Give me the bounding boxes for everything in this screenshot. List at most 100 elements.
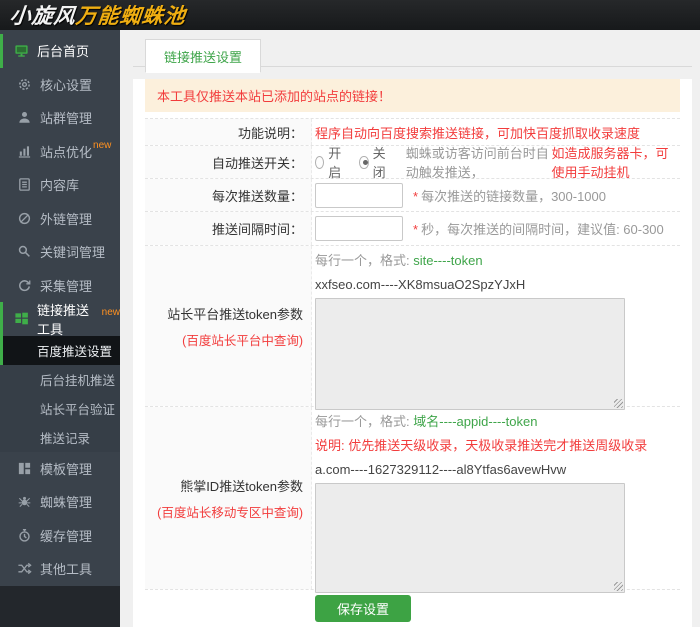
refresh-icon xyxy=(17,278,32,293)
sidebar-item-label: 缓存管理 xyxy=(40,528,93,544)
token-format-code: site----token xyxy=(413,253,483,268)
search-icon xyxy=(17,244,32,259)
sidebar-item-label: 内容库 xyxy=(40,178,80,194)
sidebar-item-content-library[interactable]: 内容库 xyxy=(0,168,120,202)
radio-on-label[interactable]: 开启 xyxy=(328,143,345,181)
token-format-prefix: 每行一个，格式: xyxy=(315,253,414,268)
radio-off-label[interactable]: 关闭 xyxy=(373,143,390,181)
sidebar-item-label: 后台首页 xyxy=(37,44,90,60)
field-label: 每次推送数量： xyxy=(145,179,312,211)
sidebar-item-spiders[interactable]: 蜘蛛管理 xyxy=(0,485,120,519)
sidebar-item-core-settings[interactable]: 核心设置 xyxy=(0,68,120,102)
required-mark: * xyxy=(413,222,419,237)
content-panel: 本工具仅推送本站已添加的站点的链接！ 功能说明： 程序自动向百度搜索推送链接，可… xyxy=(133,79,692,627)
app-logo: 小旋风万能蜘蛛池 xyxy=(8,0,187,30)
auto-push-note-warning: 如造成服务器卡，可使用手动挂机 xyxy=(551,146,669,180)
row-push-interval: 推送间隔时间： * 秒，每次推送的间隔时间，建议值: 60-300 xyxy=(145,212,680,246)
row-auto-push-switch: 自动推送开关： 开启 关闭 蜘蛛或访客访问前台时自动触发推送， 如造成服务器卡，… xyxy=(145,143,680,181)
row-feature-description: 功能说明： 程序自动向百度搜索推送链接，可加快百度抓取收录速度 xyxy=(145,119,680,146)
logo-secondary: 万能蜘蛛池 xyxy=(74,5,188,28)
radio-auto-push-on[interactable] xyxy=(315,155,325,169)
sidebar-item-site-optimize[interactable]: 站点优化 new xyxy=(0,135,120,169)
settings-form: 功能说明： 程序自动向百度搜索推送链接，可加快百度抓取收录速度 自动推送开关： … xyxy=(145,118,680,627)
push-count-input[interactable] xyxy=(315,182,403,208)
stopwatch-icon xyxy=(17,528,32,543)
sidebar-item-label: 模板管理 xyxy=(40,461,93,477)
sidebar-item-label: 关键词管理 xyxy=(40,245,106,261)
row-xiongzhang-token: 熊掌ID推送token参数 (百度站长移动专区中查询) 每行一个，格式: 域名-… xyxy=(145,407,680,593)
sidebar-item-cache[interactable]: 缓存管理 xyxy=(0,519,120,553)
submenu-item-label: 百度推送设置 xyxy=(37,344,113,359)
link-push-submenu: 百度推送设置 后台挂机推送 站长平台验证 推送记录 xyxy=(0,335,120,452)
field-sublabel: (百度站长平台中查询) xyxy=(182,333,303,348)
monitor-icon xyxy=(14,43,29,58)
row-push-count: 每次推送数量： * 每次推送的链接数量，300-1000 xyxy=(145,179,680,212)
feature-description-text: 程序自动向百度搜索推送链接，可加快百度抓取收录速度 xyxy=(315,125,641,141)
xiongzhang-token-textarea[interactable] xyxy=(315,483,625,593)
field-label: 站长平台推送token参数 xyxy=(167,306,303,322)
token-example: xxfseo.com----XK8msuaO2SpzYJxH xyxy=(315,277,526,292)
sidebar-item-label: 蜘蛛管理 xyxy=(40,495,93,511)
field-label: 自动推送开关： xyxy=(145,146,312,178)
push-interval-input[interactable] xyxy=(315,216,403,241)
sidebar-item-label: 核心设置 xyxy=(40,77,93,93)
submenu-item-background-push[interactable]: 后台挂机推送 xyxy=(0,365,120,394)
sidebar-item-label: 站群管理 xyxy=(40,111,93,127)
sidebar-item-keywords[interactable]: 关键词管理 xyxy=(0,235,120,269)
top-header: 小旋风万能蜘蛛池 xyxy=(0,0,700,30)
user-icon xyxy=(17,110,32,125)
field-sublabel: (百度站长移动专区中查询) xyxy=(157,505,303,520)
sidebar: 后台首页 核心设置 站群管理 站点优化 new 内容库 外链管理 关键词管理 采… xyxy=(0,30,120,627)
sidebar-item-link-push-tools[interactable]: 链接推送工具 new xyxy=(0,302,120,337)
submenu-item-webmaster-verify[interactable]: 站长平台验证 xyxy=(0,394,120,423)
submenu-item-label: 推送记录 xyxy=(40,431,91,446)
library-icon xyxy=(17,177,32,192)
field-label: 推送间隔时间： xyxy=(145,212,312,245)
submenu-item-label: 后台挂机推送 xyxy=(40,373,116,388)
field-label: 功能说明： xyxy=(145,119,312,145)
sidebar-menu: 后台首页 核心设置 站群管理 站点优化 new 内容库 外链管理 关键词管理 采… xyxy=(0,30,120,586)
field-label: 熊掌ID推送token参数 xyxy=(180,478,303,494)
sidebar-item-home[interactable]: 后台首页 xyxy=(0,34,120,68)
token-example: a.com----1627329112----al8Ytfas6avewHvw xyxy=(315,462,567,477)
token-format-code: 域名----appid----token xyxy=(413,414,538,429)
sidebar-item-external-links[interactable]: 外链管理 xyxy=(0,202,120,236)
new-badge: new xyxy=(93,139,112,151)
tab-link-push-settings[interactable]: 链接推送设置 xyxy=(145,39,262,73)
logo-primary: 小旋风 xyxy=(8,5,78,28)
push-interval-hint: 秒，每次推送的间隔时间，建议值: 60-300 xyxy=(421,222,664,237)
grid-icon xyxy=(14,311,29,326)
radio-auto-push-off[interactable] xyxy=(359,155,369,169)
bar-chart-icon xyxy=(17,144,32,159)
template-icon xyxy=(17,461,32,476)
token-format-prefix: 每行一个，格式: xyxy=(315,414,414,429)
sidebar-item-label: 采集管理 xyxy=(40,278,93,294)
submenu-item-label: 站长平台验证 xyxy=(40,402,116,417)
link-icon xyxy=(17,211,32,226)
push-count-hint: 每次推送的链接数量，300-1000 xyxy=(421,188,607,204)
sidebar-item-site-group[interactable]: 站群管理 xyxy=(0,101,120,135)
save-settings-button[interactable]: 保存设置 xyxy=(315,595,411,622)
tab-bar: 链接推送设置 xyxy=(133,38,692,73)
row-save: 保存设置 xyxy=(145,590,680,627)
gear-icon xyxy=(17,77,32,92)
shuffle-icon xyxy=(17,561,32,576)
warning-banner: 本工具仅推送本站已添加的站点的链接！ xyxy=(145,79,680,112)
new-badge: new xyxy=(101,307,120,319)
submenu-item-baidu-push-settings[interactable]: 百度推送设置 xyxy=(0,335,120,365)
sidebar-item-templates[interactable]: 模板管理 xyxy=(0,452,120,486)
sidebar-item-label: 链接推送工具 xyxy=(37,302,90,337)
auto-push-note: 蜘蛛或访客访问前台时自动触发推送， xyxy=(405,146,549,180)
row-webmaster-token: 站长平台推送token参数 (百度站长平台中查询) 每行一个，格式: site-… xyxy=(145,246,680,410)
submenu-item-push-records[interactable]: 推送记录 xyxy=(0,423,120,452)
webmaster-token-textarea[interactable] xyxy=(315,298,625,410)
token-note: 说明: 优先推送天级收录，天极收录推送完才推送周级收录 xyxy=(315,438,648,453)
sidebar-item-label: 站点优化 xyxy=(40,144,93,160)
sidebar-item-collection[interactable]: 采集管理 xyxy=(0,269,120,303)
sidebar-item-label: 其他工具 xyxy=(40,562,93,578)
spider-icon xyxy=(17,494,32,509)
sidebar-item-label: 外链管理 xyxy=(40,211,93,227)
sidebar-item-other-tools[interactable]: 其他工具 xyxy=(0,552,120,586)
main-area: 链接推送设置 本工具仅推送本站已添加的站点的链接！ 功能说明： 程序自动向百度搜… xyxy=(120,30,700,627)
required-mark: * xyxy=(413,188,419,204)
